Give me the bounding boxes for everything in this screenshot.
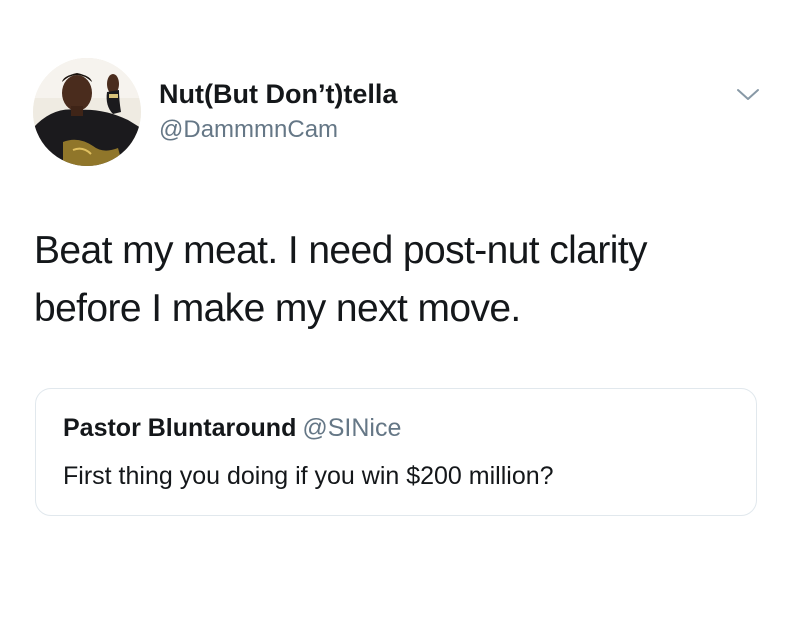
author-display-name[interactable]: Nut(But Don’t)tella xyxy=(159,78,397,110)
chevron-down-icon[interactable] xyxy=(735,86,761,104)
avatar-photo-icon xyxy=(33,58,141,166)
avatar[interactable] xyxy=(33,58,141,166)
author-info: Nut(But Don’t)tella @DammmnCam xyxy=(159,78,397,145)
quoted-author-name: Pastor Bluntaround xyxy=(63,414,297,442)
tweet: Nut(But Don’t)tella @DammmnCam Beat my m… xyxy=(0,0,792,631)
quoted-tweet-header: Pastor Bluntaround @SINice xyxy=(63,413,401,443)
quoted-tweet-text: First thing you doing if you win $200 mi… xyxy=(63,462,554,490)
quoted-tweet[interactable]: Pastor Bluntaround @SINice First thing yo… xyxy=(35,388,757,516)
author-handle[interactable]: @DammmnCam xyxy=(159,115,397,145)
tweet-text: Beat my meat. I need post-nut clarity be… xyxy=(34,229,648,330)
quoted-author-handle: @SINice xyxy=(302,414,402,442)
